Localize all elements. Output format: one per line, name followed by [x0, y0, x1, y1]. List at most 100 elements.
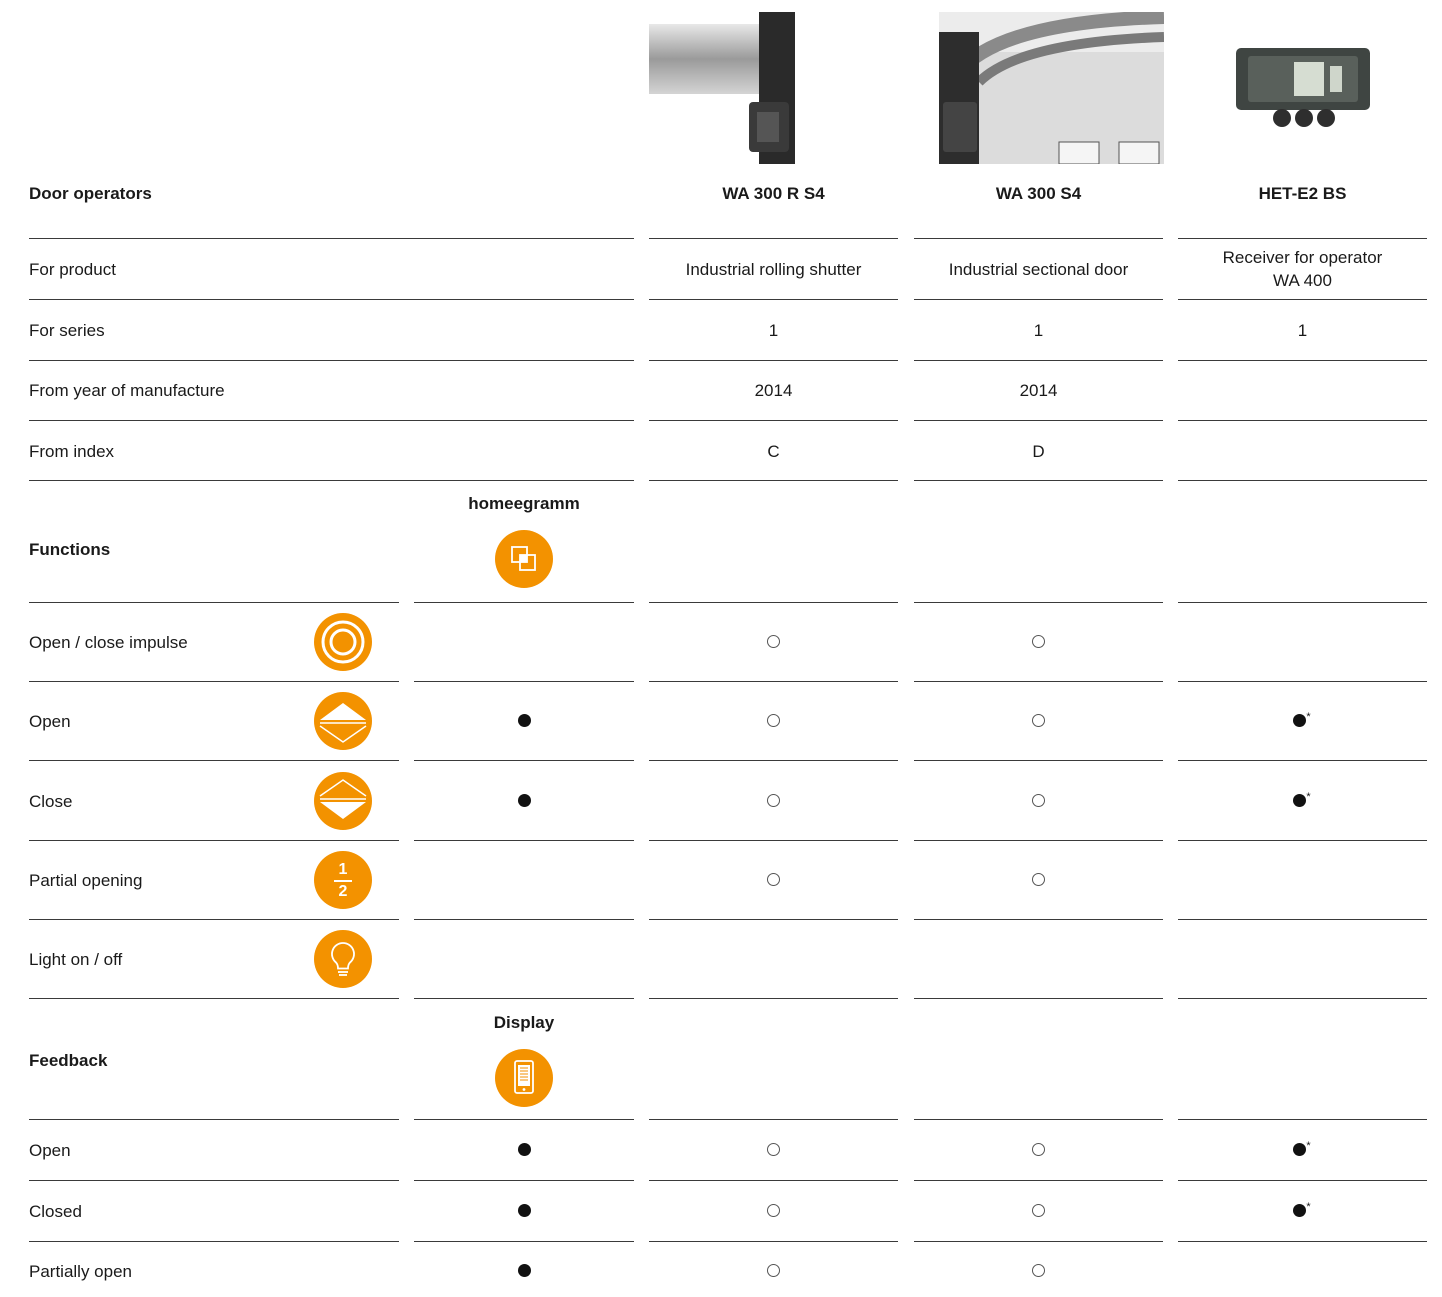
rule-line — [914, 1180, 1163, 1181]
rule-line — [914, 760, 1163, 761]
filled-dot — [517, 1204, 531, 1218]
function-label: Open / close impulse — [29, 633, 188, 652]
spec-value: Industrial rolling shutter — [685, 260, 862, 279]
rule-line — [649, 602, 898, 603]
open-circle-mark — [753, 711, 793, 731]
rule-line — [914, 840, 1163, 841]
filled-dot — [1293, 1143, 1307, 1157]
footnote-star: * — [1306, 1140, 1311, 1152]
open-circle-mark — [1018, 1201, 1058, 1221]
half-icon-bar — [334, 880, 352, 882]
rule-line — [649, 1119, 898, 1120]
feedback-label: Partially open — [29, 1262, 133, 1281]
filled-dot-mark — [504, 791, 544, 811]
function-label: Partial opening — [29, 871, 143, 890]
open-circle — [1031, 873, 1045, 887]
spec-label-index: From index — [29, 442, 115, 461]
rule-line — [1178, 760, 1427, 761]
rule-line — [29, 919, 399, 920]
open-circle — [766, 714, 780, 728]
open-circle-mark — [1018, 1261, 1058, 1281]
filled-dot — [1293, 1204, 1307, 1218]
filled-dot — [1293, 794, 1307, 808]
spec-value: Industrial sectional door — [948, 260, 1129, 279]
rule-line — [649, 1180, 898, 1181]
rule-line — [914, 998, 1163, 999]
rule-line — [29, 1119, 399, 1120]
rule-line — [1178, 919, 1427, 920]
open-circle — [766, 1204, 780, 1218]
rule-line — [914, 1119, 1163, 1120]
rule-line — [29, 840, 399, 841]
rule-line — [29, 602, 399, 603]
close-arrow-icon — [314, 772, 372, 830]
open-circle-mark — [753, 1201, 793, 1221]
footnote-star: * — [1306, 791, 1311, 803]
open-circle — [766, 635, 780, 649]
filled-dot-mark — [504, 1201, 544, 1221]
filled-dot — [517, 1143, 531, 1157]
rule-line — [1178, 1119, 1427, 1120]
rule-line — [29, 480, 634, 481]
open-circle-mark — [1018, 870, 1058, 890]
function-label: Open — [29, 712, 71, 731]
rule-line — [1178, 602, 1427, 603]
homeegramm-title: homeegramm — [468, 494, 580, 513]
rule-line — [914, 420, 1163, 421]
rule-line — [414, 1119, 634, 1120]
rule-line — [414, 1180, 634, 1181]
rule-line — [914, 238, 1163, 239]
open-circle — [1031, 635, 1045, 649]
rule-line — [914, 681, 1163, 682]
filled-dot — [517, 1264, 531, 1278]
product-photo-hete2bs — [1234, 46, 1372, 134]
footnote-star: * — [1306, 1201, 1311, 1213]
rule-line — [649, 919, 898, 920]
rule-line — [414, 681, 634, 682]
rule-line — [414, 1241, 634, 1242]
rule-line — [649, 998, 898, 999]
rule-line — [414, 998, 634, 999]
filled-dot-mark — [504, 1140, 544, 1160]
feedback-title: Feedback — [29, 1051, 108, 1070]
rule-line — [414, 602, 634, 603]
open-circle-mark — [753, 791, 793, 811]
rule-line — [649, 480, 898, 481]
rule-line — [1178, 681, 1427, 682]
spec-value: 1 — [768, 321, 779, 340]
rule-line — [1178, 420, 1427, 421]
filled-dot-mark — [504, 711, 544, 731]
rule-line — [914, 480, 1163, 481]
rule-line — [29, 420, 634, 421]
rule-line — [1178, 998, 1427, 999]
open-circle-mark — [753, 1140, 793, 1160]
filled-dot — [517, 794, 531, 808]
rule-line — [29, 299, 634, 300]
filled-dot-mark — [504, 1261, 544, 1281]
rule-line — [1178, 480, 1427, 481]
homeegramm-icon — [495, 530, 553, 588]
rule-line — [914, 602, 1163, 603]
function-label: Light on / off — [29, 950, 123, 969]
impulse-icon — [314, 613, 372, 671]
open-circle — [766, 1264, 780, 1278]
spec-value: 2014 — [754, 381, 793, 400]
rule-line — [29, 760, 399, 761]
rule-line — [29, 238, 634, 239]
rule-line — [29, 1241, 399, 1242]
open-circle-mark — [1018, 1140, 1058, 1160]
rule-line — [29, 360, 634, 361]
product-name-3: HET-E2 BS — [1258, 184, 1347, 203]
rule-line — [414, 840, 634, 841]
open-circle — [1031, 794, 1045, 808]
product-name-1: WA 300 R S4 — [722, 184, 825, 203]
rule-line — [1178, 299, 1427, 300]
function-label: Close — [29, 792, 73, 811]
spec-value: D — [1032, 442, 1045, 461]
open-circle-mark — [1018, 791, 1058, 811]
open-arrow-icon — [314, 692, 372, 750]
rule-line — [914, 360, 1163, 361]
rule-line — [1178, 238, 1427, 239]
spec-value: 1 — [1297, 321, 1308, 340]
footnote-star: * — [1306, 711, 1311, 723]
